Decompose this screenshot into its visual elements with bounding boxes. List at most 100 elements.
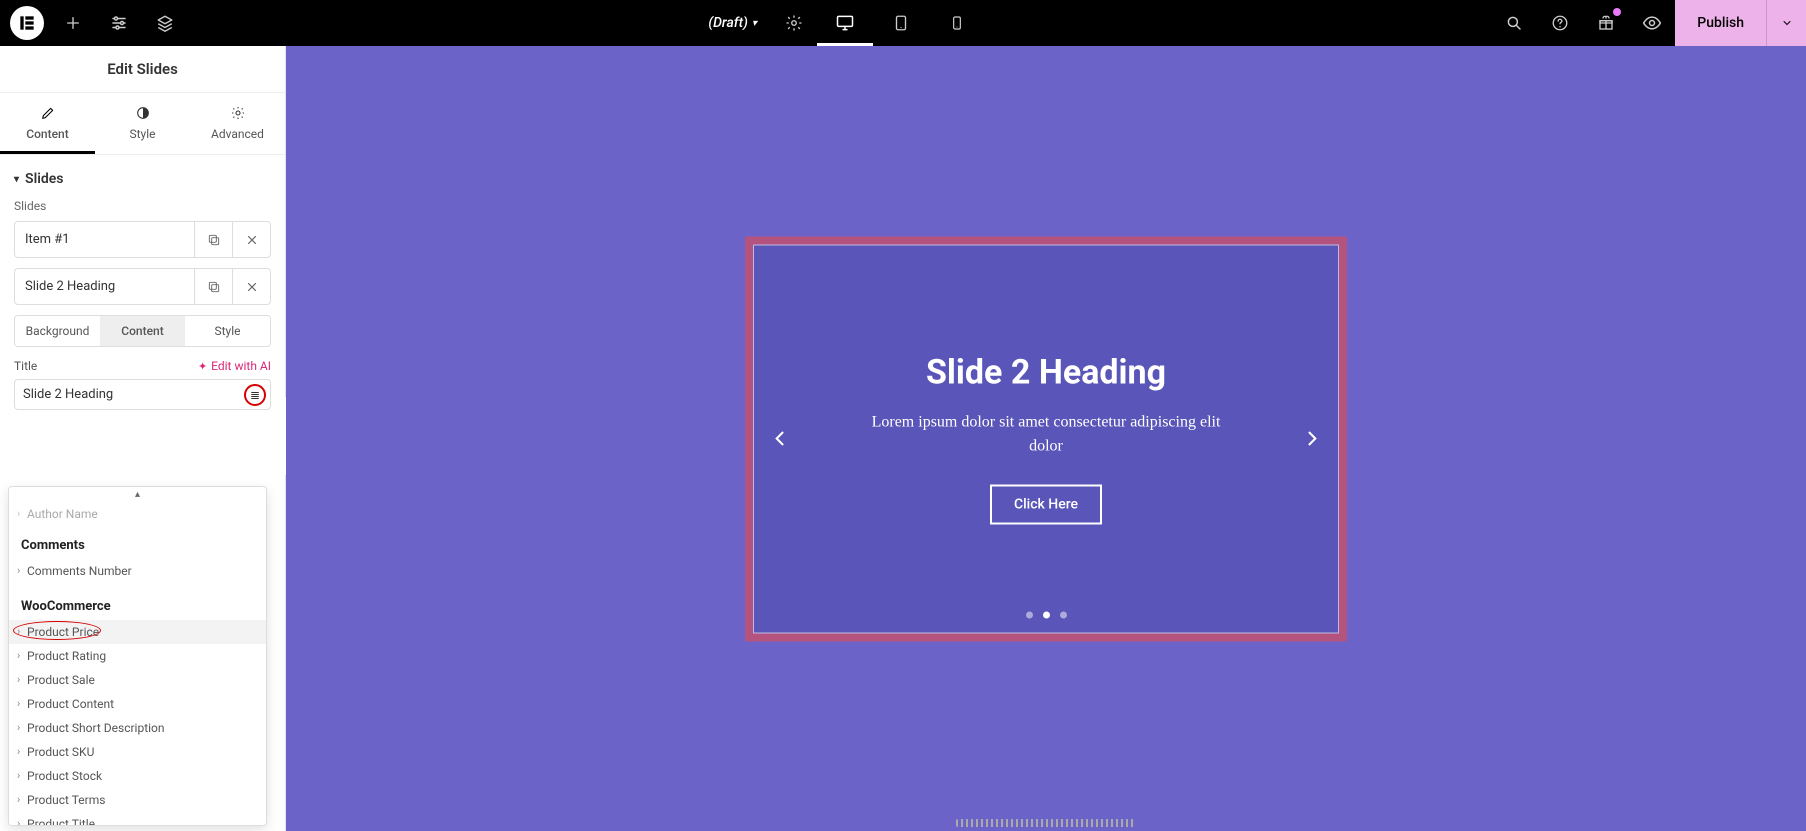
copy-icon xyxy=(207,280,221,294)
layers-icon xyxy=(156,14,174,32)
sliders-icon xyxy=(110,14,128,32)
edit-with-ai-link[interactable]: ✦Edit with AI xyxy=(198,359,271,373)
repeater-item-title: Item #1 xyxy=(15,222,194,257)
help-icon xyxy=(1551,14,1569,32)
panel-body: ▾ Slides Slides Item #1 Slide 2 Heading xyxy=(0,155,285,424)
gift-icon xyxy=(1597,14,1615,32)
inner-tab-content[interactable]: Content xyxy=(100,316,185,346)
close-icon xyxy=(245,233,259,247)
pencil-icon xyxy=(40,105,56,121)
slide-heading[interactable]: Slide 2 Heading xyxy=(926,353,1166,393)
slide-description[interactable]: Lorem ipsum dolor sit amet consectetur a… xyxy=(866,411,1226,459)
title-input-wrap: ≣ xyxy=(14,379,271,410)
remove-item-button[interactable] xyxy=(232,222,270,257)
responsive-mobile-button[interactable] xyxy=(929,0,985,46)
dropdown-scroll-up[interactable]: ▴ xyxy=(9,487,266,502)
dropdown-item[interactable]: Product Terms xyxy=(9,788,266,812)
slide-next-button[interactable] xyxy=(1292,419,1332,459)
tab-style[interactable]: Style xyxy=(95,93,190,154)
slides-field-label: Slides xyxy=(14,199,271,221)
duplicate-item-button[interactable] xyxy=(194,269,232,304)
site-settings-button[interactable] xyxy=(96,0,142,46)
repeater-item[interactable]: Slide 2 Heading xyxy=(14,268,271,305)
inner-tab-background[interactable]: Background xyxy=(15,316,100,346)
inner-tab-style[interactable]: Style xyxy=(185,316,270,346)
dynamic-tags-button[interactable]: ≣ xyxy=(244,384,266,406)
page-settings-button[interactable] xyxy=(771,0,817,46)
mobile-icon xyxy=(949,15,965,31)
notification-dot-icon xyxy=(1613,8,1621,16)
chevron-left-icon xyxy=(770,429,790,449)
slide: Slide 2 Heading Lorem ipsum dolor sit am… xyxy=(753,244,1339,633)
slide-prev-button[interactable] xyxy=(760,419,800,459)
preview-button[interactable] xyxy=(1629,0,1675,46)
section-slides-toggle[interactable]: ▾ Slides xyxy=(14,155,271,199)
help-button[interactable] xyxy=(1537,0,1583,46)
dropdown-item[interactable]: Product SKU xyxy=(9,740,266,764)
contrast-icon xyxy=(135,105,151,121)
dropdown-item[interactable]: Product Title xyxy=(9,812,266,826)
dropdown-item[interactable]: Author Name xyxy=(9,502,266,526)
dropdown-item[interactable]: Comments Number xyxy=(9,559,266,583)
duplicate-item-button[interactable] xyxy=(194,222,232,257)
plus-icon xyxy=(65,15,81,31)
dropdown-group-title: WooCommerce xyxy=(9,591,266,620)
document-status-dropdown[interactable]: (Draft) ▾ xyxy=(694,0,771,46)
dropdown-item[interactable]: Product Rating xyxy=(9,644,266,668)
copy-icon xyxy=(207,233,221,247)
elementor-logo-icon xyxy=(17,13,37,33)
tab-advanced[interactable]: Advanced xyxy=(190,93,285,154)
dropdown-item[interactable]: Product Content xyxy=(9,692,266,716)
editor-panel: Edit Slides Content Style Advanced ▾ Sli… xyxy=(0,46,286,831)
repeater-item-title: Slide 2 Heading xyxy=(15,269,194,304)
draft-label: (Draft) xyxy=(708,15,748,31)
slides-widget-selected[interactable]: Slide 2 Heading Lorem ipsum dolor sit am… xyxy=(745,236,1347,641)
sparkle-icon: ✦ xyxy=(198,360,207,373)
dropdown-group-title: Comments xyxy=(9,530,266,559)
remove-item-button[interactable] xyxy=(232,269,270,304)
title-input[interactable] xyxy=(14,379,271,410)
panel-tabs: Content Style Advanced xyxy=(0,93,285,155)
tablet-icon xyxy=(892,14,910,32)
panel-title: Edit Slides xyxy=(0,46,285,93)
title-control-header: Title ✦Edit with AI xyxy=(14,359,271,373)
structure-button[interactable] xyxy=(142,0,188,46)
desktop-icon xyxy=(835,13,855,33)
top-bar-right: Publish xyxy=(1491,0,1806,46)
publish-button[interactable]: Publish xyxy=(1675,0,1766,46)
slide-cta-button[interactable]: Click Here xyxy=(990,485,1102,525)
title-label: Title xyxy=(14,359,37,373)
slide-inner-tabs: Background Content Style xyxy=(14,315,271,347)
finder-button[interactable] xyxy=(1491,0,1537,46)
dropdown-item[interactable]: Product Price xyxy=(9,620,266,644)
whats-new-button[interactable] xyxy=(1583,0,1629,46)
gear-icon xyxy=(230,105,246,121)
dropdown-item[interactable]: Product Short Description xyxy=(9,716,266,740)
pagination-dot[interactable] xyxy=(1060,611,1067,618)
dropdown-item[interactable]: Product Stock xyxy=(9,764,266,788)
publish-options-button[interactable] xyxy=(1766,0,1806,46)
responsive-desktop-button[interactable] xyxy=(817,0,873,46)
repeater-item[interactable]: Item #1 xyxy=(14,221,271,258)
chevron-down-icon xyxy=(1781,17,1793,29)
top-bar-center: (Draft) ▾ xyxy=(694,0,985,46)
chevron-down-icon: ▾ xyxy=(752,18,757,29)
pagination-dot[interactable] xyxy=(1043,611,1050,618)
eye-icon xyxy=(1642,13,1662,33)
database-icon: ≣ xyxy=(250,389,260,401)
close-icon xyxy=(245,280,259,294)
workspace: Edit Slides Content Style Advanced ▾ Sli… xyxy=(0,46,1806,831)
elementor-logo[interactable] xyxy=(10,6,44,40)
caret-down-icon: ▾ xyxy=(14,174,19,185)
tab-content[interactable]: Content xyxy=(0,93,95,154)
gear-icon xyxy=(785,14,803,32)
pagination-dot[interactable] xyxy=(1026,611,1033,618)
add-element-button[interactable] xyxy=(50,0,96,46)
editor-canvas[interactable]: Slide 2 Heading Lorem ipsum dolor sit am… xyxy=(286,46,1806,831)
responsive-tablet-button[interactable] xyxy=(873,0,929,46)
chevron-right-icon xyxy=(1302,429,1322,449)
canvas-resize-handle[interactable] xyxy=(956,819,1136,827)
dynamic-tags-dropdown: ▴ Author Name CommentsComments Number Woo… xyxy=(8,486,267,826)
dropdown-item[interactable]: Product Sale xyxy=(9,668,266,692)
top-bar-left xyxy=(0,0,188,46)
